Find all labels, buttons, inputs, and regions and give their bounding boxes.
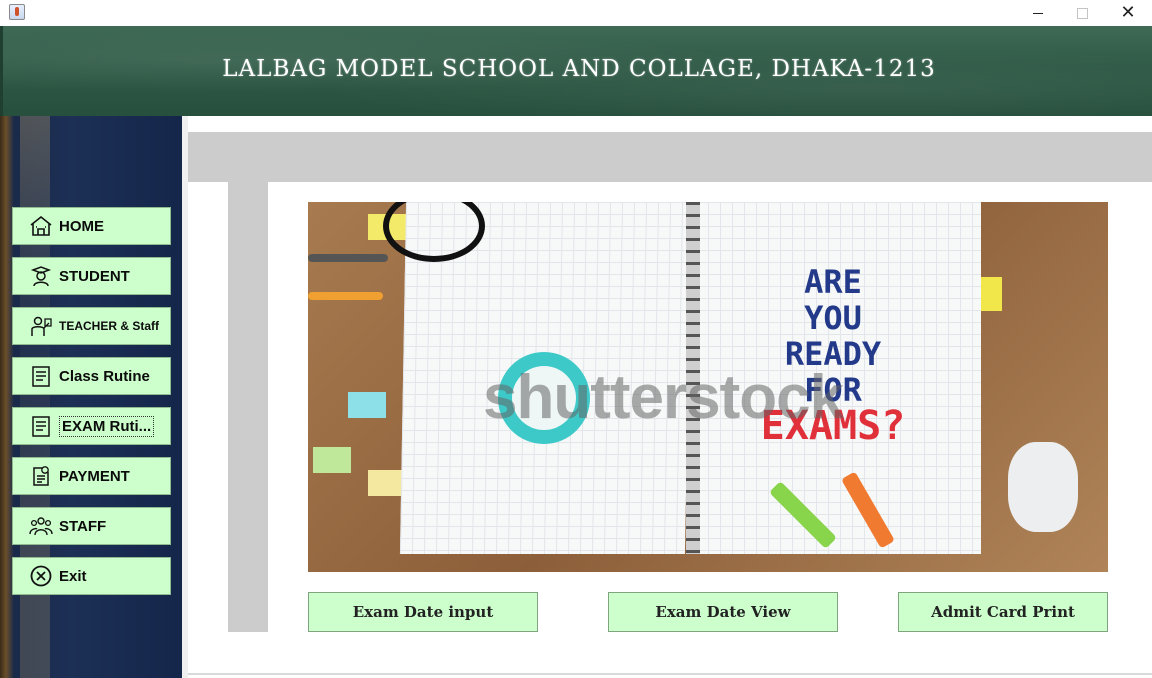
graduate-icon — [30, 266, 52, 287]
sticky-note — [348, 392, 386, 418]
sticky-note — [313, 447, 351, 473]
sidebar-item-payment[interactable]: PAYMENT — [12, 457, 171, 495]
sidebar-item-class-rutine[interactable]: Class Rutine — [12, 357, 171, 395]
group-icon — [29, 517, 53, 536]
sidebar-item-teacher-staff[interactable]: TEACHER & Staff — [12, 307, 171, 345]
hero-line: ARE — [804, 263, 862, 301]
sidebar-item-label: EXAM Ruti... — [59, 415, 155, 437]
sidebar-item-label: HOME — [59, 217, 104, 235]
hero-line: YOU — [804, 299, 862, 337]
teacher-icon — [31, 316, 52, 336]
sidebar-item-student[interactable]: STUDENT — [12, 257, 171, 295]
sidebar-item-label: Exit — [59, 567, 87, 585]
close-circle-icon — [30, 565, 52, 587]
sidebar-item-label: TEACHER & Staff — [59, 319, 160, 333]
sidebar-item-staff[interactable]: STAFF — [12, 507, 171, 545]
exam-list-icon — [32, 416, 50, 437]
crumpled-paper — [1008, 442, 1078, 532]
admit-card-print-button[interactable]: Admit Card Print — [898, 592, 1108, 632]
java-app-icon — [9, 4, 25, 20]
invoice-icon — [33, 466, 49, 486]
school-building-icon — [30, 215, 52, 236]
sidebar-item-exit[interactable]: Exit — [12, 557, 171, 595]
sidebar-item-home[interactable]: HOME — [12, 207, 171, 245]
exam-date-input-button[interactable]: Exam Date input — [308, 592, 538, 632]
exam-date-view-button[interactable]: Exam Date View — [608, 592, 838, 632]
sidebar-item-exam-rutine[interactable]: EXAM Ruti... — [12, 407, 171, 445]
pencil — [308, 292, 383, 300]
sticky-note — [978, 277, 1002, 311]
close-icon: ✕ — [1120, 2, 1136, 23]
pencil — [308, 254, 388, 262]
left-gray-bar — [228, 182, 268, 632]
page-title: LALBAG MODEL SCHOOL AND COLLAGE, DHAKA-1… — [222, 56, 936, 82]
chalkboard-header: LALBAG MODEL SCHOOL AND COLLAGE, DHAKA-1… — [0, 26, 1152, 116]
sidebar-item-label: STUDENT — [59, 267, 130, 285]
exam-hero-image: ARE YOU READY FOR EXAMS? shutterstock — [308, 202, 1108, 572]
divider — [188, 673, 1152, 675]
minimize-button[interactable] — [1015, 0, 1061, 26]
sidebar-item-label: Class Rutine — [59, 367, 150, 385]
sidebar-item-label: STAFF — [59, 517, 107, 535]
maximize-icon — [1076, 7, 1088, 19]
schedule-list-icon — [32, 366, 50, 387]
minimize-icon — [1033, 12, 1043, 14]
watermark: shutterstock — [483, 363, 844, 432]
close-button[interactable]: ✕ — [1105, 0, 1151, 26]
title-bar: ✕ — [0, 0, 1152, 26]
maximize-button[interactable] — [1059, 0, 1105, 26]
sidebar-item-label: PAYMENT — [59, 467, 130, 485]
top-gray-bar — [188, 132, 1152, 182]
